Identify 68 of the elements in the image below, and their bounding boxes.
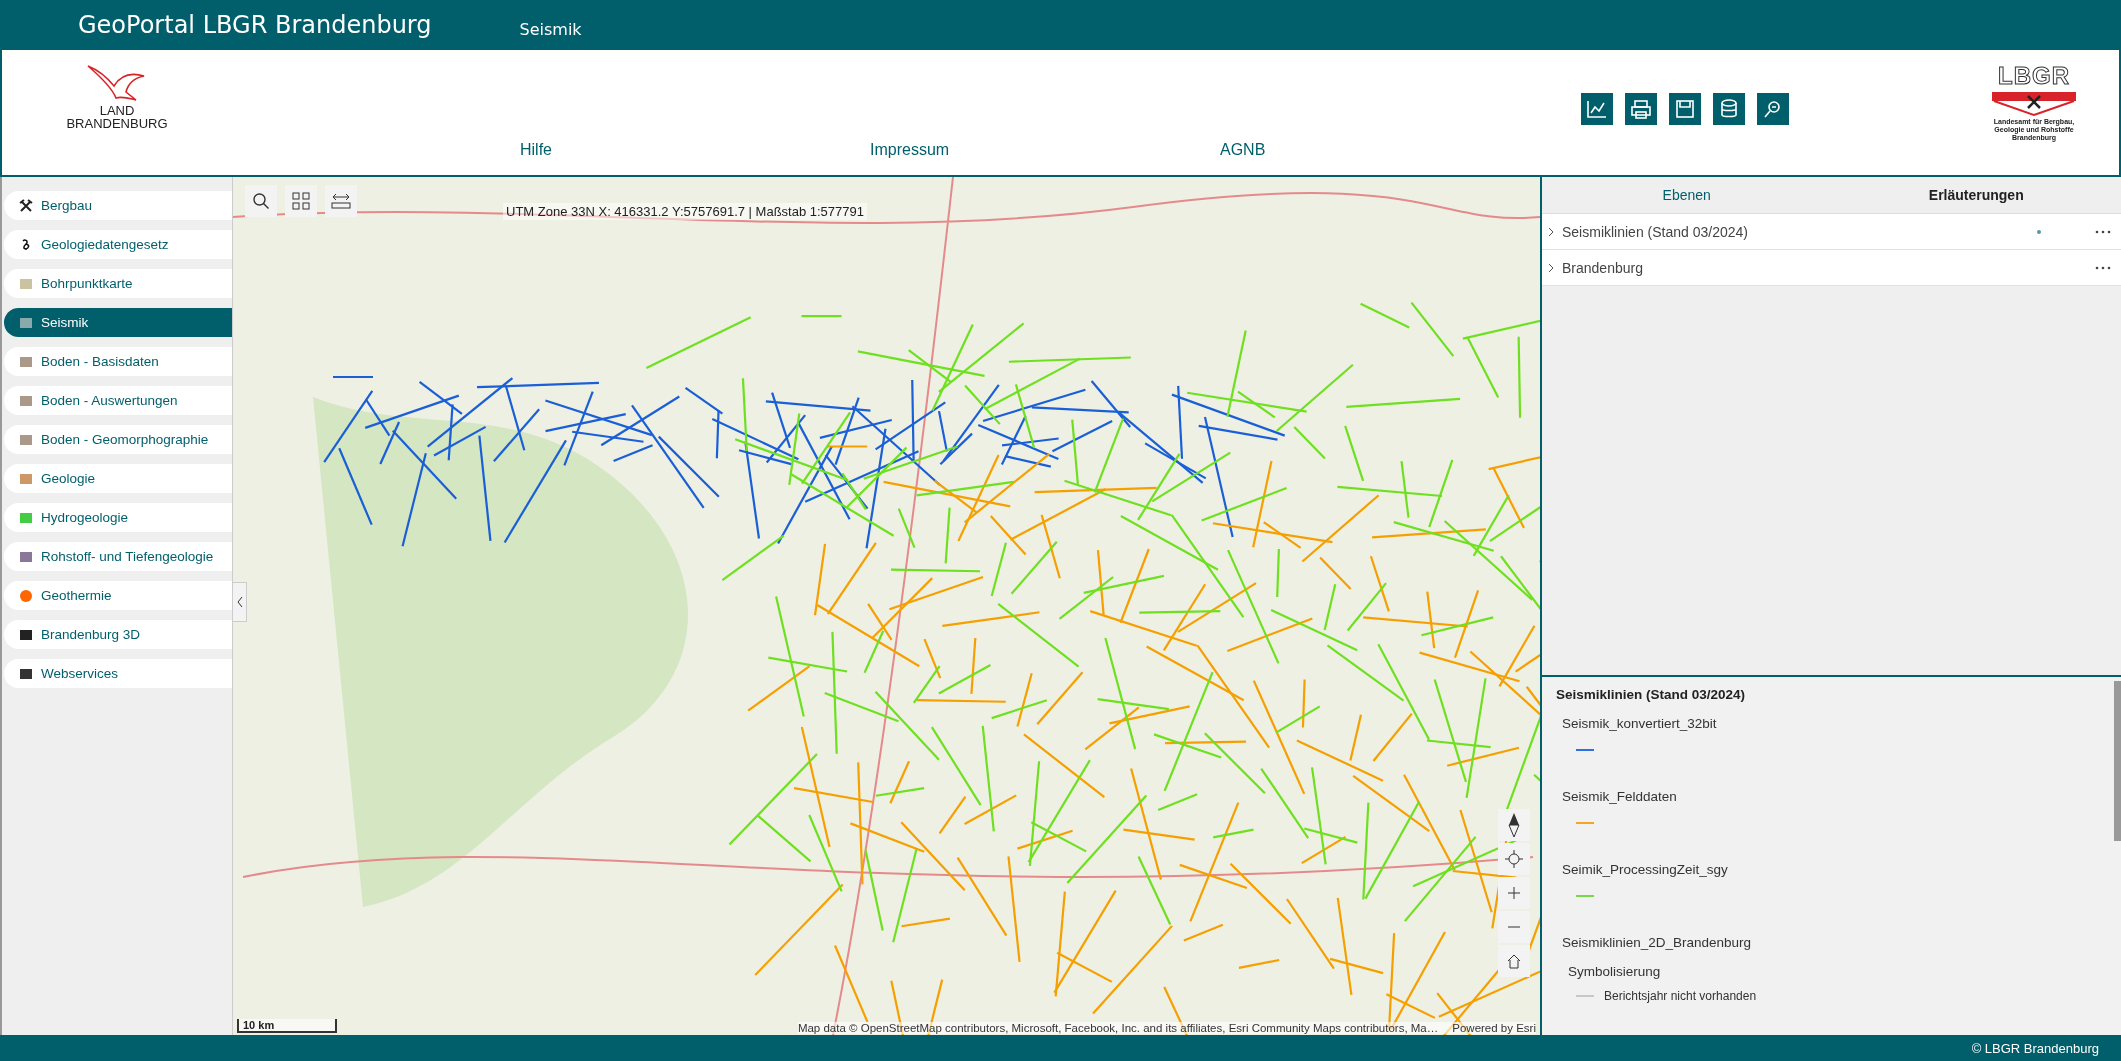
map-attribution: Map data © OpenStreetMap contributors, Microsoft, Facebook, Inc. and its affiliates, Esri Community Maps contributors, Ma… bbox=[797, 1022, 1439, 1034]
sidebar-item[interactable]: Geologiedatengesetz bbox=[4, 230, 232, 259]
grid-icon bbox=[292, 192, 310, 210]
sidebar-item[interactable]: Webservices bbox=[4, 659, 232, 688]
scrollbar[interactable] bbox=[2114, 681, 2121, 841]
panel-tab[interactable]: Erläuterungen bbox=[1831, 177, 2121, 213]
nav-link[interactable]: Hilfe bbox=[520, 141, 870, 159]
agency-logo-icon bbox=[1992, 90, 2076, 116]
chevron-left-icon bbox=[235, 596, 244, 608]
search-icon bbox=[252, 192, 270, 210]
chevron-right-icon bbox=[1548, 226, 1554, 237]
coordinate-readout: UTM Zone 33N X: 416331.2 Y:5757691.7 | Maßstab 1:577791 bbox=[503, 203, 867, 220]
sidebar-item[interactable]: Boden - Auswertungen bbox=[4, 386, 232, 415]
state-logo-text: LAND bbox=[99, 104, 135, 117]
legend-label: Seismik_konvertiert_32bit bbox=[1562, 716, 1718, 731]
sidebar-item[interactable]: Seismik bbox=[4, 308, 232, 337]
toolbar-button[interactable] bbox=[1713, 92, 1745, 125]
nav-link[interactable]: AGNB bbox=[1220, 141, 1570, 159]
ruler-icon bbox=[331, 192, 351, 210]
compass-icon bbox=[1508, 813, 1520, 837]
more-options-icon[interactable] bbox=[2095, 265, 2111, 270]
sidebar-item[interactable]: Boden - Basisdaten bbox=[4, 347, 232, 376]
sidebar-item[interactable]: Rohstoff- und Tiefengeologie bbox=[4, 542, 232, 571]
compass-button[interactable] bbox=[1498, 809, 1530, 841]
legend-label: Seimik_ProcessingZeit_sgy bbox=[1562, 862, 1729, 877]
toolbar-button[interactable] bbox=[1581, 92, 1613, 125]
toolbar-button[interactable] bbox=[1669, 92, 1701, 125]
home-icon bbox=[1506, 953, 1522, 969]
layer-name: Brandenburg bbox=[1562, 259, 1644, 276]
home-button[interactable] bbox=[1498, 945, 1530, 977]
sidebar-item[interactable]: Hydrogeologie bbox=[4, 503, 232, 532]
grid-button[interactable] bbox=[285, 185, 317, 217]
legend-class-label: Berichtsjahr nicht vorhanden bbox=[1604, 989, 1757, 1003]
layer-row[interactable]: Seismiklinien (Stand 03/2024) bbox=[1542, 214, 2121, 250]
powered-by-text: Powered by Esri bbox=[1452, 1022, 1536, 1034]
legend-title: Seismiklinien (Stand 03/2024) bbox=[1556, 687, 1747, 702]
measure-button[interactable] bbox=[325, 185, 357, 217]
scale-bar: 10 km bbox=[237, 1019, 337, 1033]
section-title: Seismik bbox=[519, 19, 582, 39]
plus-icon bbox=[1508, 887, 1520, 899]
zoom-in-button[interactable] bbox=[1498, 877, 1530, 909]
sidebar-item[interactable]: Bohrpunktkarte bbox=[4, 269, 232, 298]
layer-row[interactable]: Brandenburg bbox=[1542, 250, 2121, 286]
search-button[interactable] bbox=[245, 185, 277, 217]
legend-sublabel: Symbolisierung bbox=[1568, 964, 1662, 979]
toolbar-button[interactable] bbox=[1757, 92, 1789, 125]
state-logo-text: BRANDENBURG bbox=[66, 117, 168, 130]
agency-logo-text: LBGR bbox=[1998, 64, 2070, 88]
locate-icon bbox=[1505, 850, 1523, 868]
hammers-icon bbox=[19, 198, 33, 213]
sidebar-item[interactable]: Brandenburg 3D bbox=[4, 620, 232, 649]
portal-title: GeoPortal LBGR Brandenburg bbox=[78, 11, 432, 39]
sidebar-item[interactable]: Bergbau bbox=[4, 191, 232, 220]
zoom-out-button[interactable] bbox=[1498, 911, 1530, 943]
more-options-icon[interactable] bbox=[2095, 229, 2111, 234]
nav-link[interactable]: Impressum bbox=[870, 141, 1220, 159]
minus-icon bbox=[1508, 926, 1520, 928]
locate-button[interactable] bbox=[1498, 843, 1530, 875]
legend-label: Seismik_Felddaten bbox=[1562, 789, 1678, 804]
sidebar-item[interactable]: Geologie bbox=[4, 464, 232, 493]
chevron-right-icon bbox=[1548, 262, 1554, 273]
copyright-text: © LBGR Brandenburg bbox=[1971, 1040, 2099, 1056]
sidebar-item[interactable]: Geothermie bbox=[4, 581, 232, 610]
toolbar-button[interactable] bbox=[1625, 92, 1657, 125]
legend-label: Seismiklinien_2D_Brandenburg bbox=[1562, 935, 1753, 950]
panel-tab[interactable]: Ebenen bbox=[1542, 177, 1832, 213]
layer-name: Seismiklinien (Stand 03/2024) bbox=[1562, 223, 1749, 240]
sidebar-item[interactable]: Boden - Geomorphographie bbox=[4, 425, 232, 454]
